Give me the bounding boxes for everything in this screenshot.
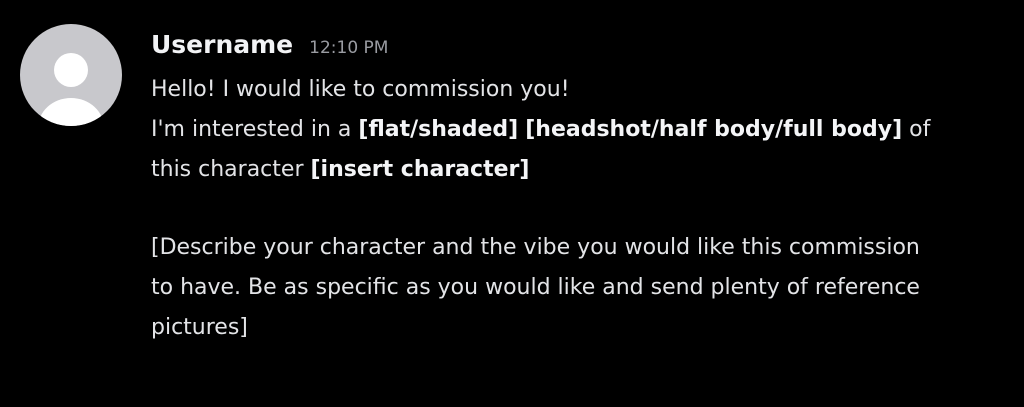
message-text: [Describe your character and the vibe yo… <box>151 235 920 260</box>
avatar[interactable] <box>20 24 122 126</box>
default-user-icon <box>38 53 104 126</box>
message-text: to have. Be as specific as you would lik… <box>151 275 920 300</box>
message-line: to have. Be as specific as you would lik… <box>151 268 1001 308</box>
message-text: this character <box>151 157 311 182</box>
bold-text: [flat/shaded] <box>358 117 519 142</box>
message-line: this character [insert character] <box>151 150 1001 190</box>
message-text: I'm interested in a <box>151 117 359 142</box>
message-line: I'm interested in a [flat/shaded] [heads… <box>151 110 1001 150</box>
message-header: Username 12:10 PM <box>151 30 388 66</box>
bold-text: [headshot/half body/full body] <box>525 117 903 142</box>
message-line: Hello! I would like to commission you! <box>151 70 1001 110</box>
message-line: [Describe your character and the vibe yo… <box>151 228 1001 268</box>
message-text: of <box>902 117 931 142</box>
timestamp: 12:10 PM <box>309 38 389 58</box>
username[interactable]: Username <box>151 30 293 59</box>
bold-text: [insert character] <box>310 157 530 182</box>
chat-message: Username 12:10 PM Hello! I would like to… <box>0 0 1024 407</box>
message-content: Hello! I would like to commission you! I… <box>151 70 1001 348</box>
message-text: Hello! I would like to commission you! <box>151 77 570 102</box>
message-text: pictures] <box>151 315 248 340</box>
message-line: pictures] <box>151 308 1001 348</box>
